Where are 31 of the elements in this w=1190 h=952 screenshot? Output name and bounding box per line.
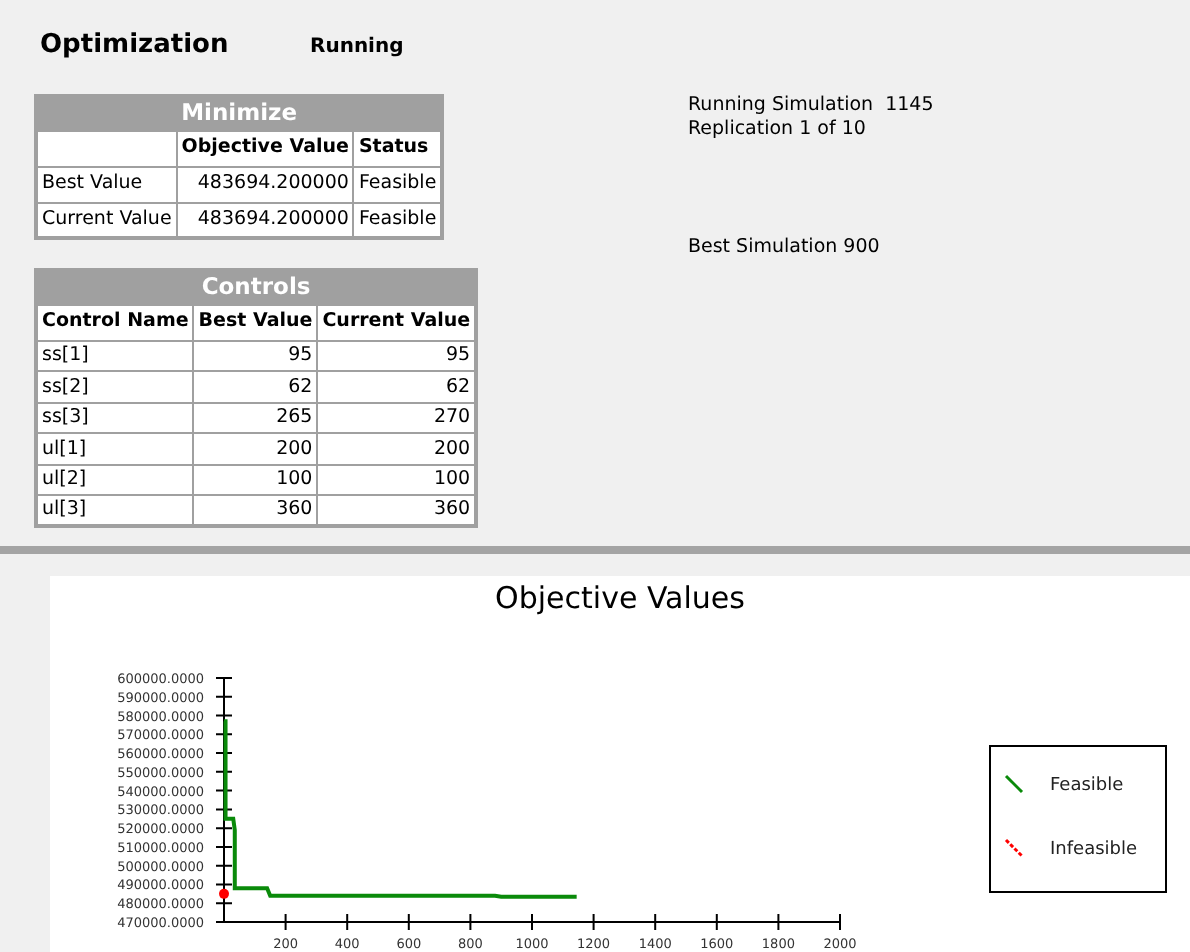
- table-cell: 200: [193, 433, 318, 464]
- table-cell: ss[1]: [36, 340, 194, 371]
- table-cell: ss[3]: [36, 402, 194, 433]
- column-header: Control Name: [36, 304, 194, 340]
- table-cell: ul[1]: [36, 433, 194, 464]
- legend-label: Infeasible: [1050, 840, 1138, 860]
- row-label: Best Value: [36, 166, 177, 202]
- legend-label: Feasible: [1050, 776, 1124, 796]
- legend-swatch-icon: [1004, 838, 1024, 858]
- table-cell: 270: [317, 402, 477, 433]
- table-cell: ul[2]: [36, 464, 194, 495]
- best-simulation-text: Best Simulation 900: [688, 236, 880, 260]
- table-title: Minimize: [36, 96, 443, 130]
- table-cell: 265: [193, 402, 318, 433]
- column-header: Objective Value: [176, 130, 354, 166]
- table-cell: 95: [193, 340, 318, 371]
- running-simulation-text: Running Simulation 1145: [688, 94, 934, 118]
- table-cell: ss[2]: [36, 371, 194, 402]
- table-cell: 100: [193, 464, 318, 495]
- replication-text: Replication 1 of 10: [688, 118, 868, 142]
- table-cell: 62: [193, 371, 318, 402]
- table-title: Controls: [36, 270, 477, 304]
- legend-swatch-icon: [1004, 774, 1024, 794]
- table-cell: 100: [317, 464, 477, 495]
- chart-title: Objective Values: [495, 580, 745, 616]
- panel-title: Optimization: [40, 28, 229, 64]
- status-label: Running: [310, 34, 404, 62]
- data-point: [219, 888, 229, 899]
- column-header: Best Value: [193, 304, 318, 340]
- table-cell: 483694.200000: [176, 166, 354, 202]
- table-cell: 95: [317, 340, 477, 371]
